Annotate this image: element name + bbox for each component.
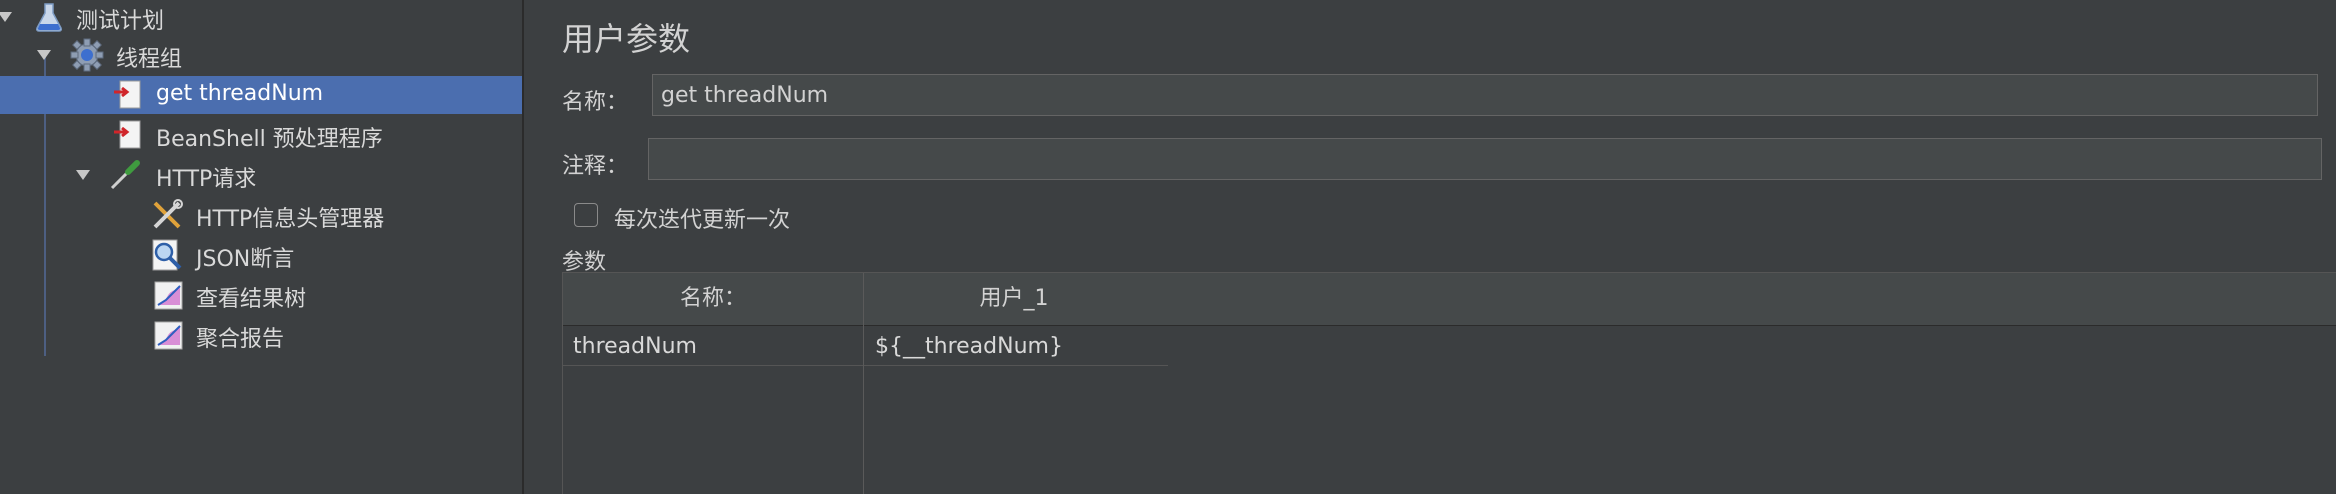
app-window: 测试计划 线程组 get threadNum BeanShell 预处理程序 H…	[0, 0, 2336, 494]
tree-item-label: 查看结果树	[196, 287, 307, 312]
tree-item-label: HTTP请求	[156, 167, 257, 192]
tree-item-beanshell-preprocessor[interactable]: BeanShell 预处理程序	[0, 116, 522, 154]
chevron-down-icon[interactable]	[37, 50, 51, 60]
chevron-down-icon[interactable]	[0, 12, 12, 22]
column-header-name[interactable]: 名称：	[563, 273, 863, 325]
tree-item-get-threadnum[interactable]: get threadNum	[0, 76, 522, 114]
table-cell-name[interactable]: threadNum	[573, 329, 697, 365]
tools-icon	[150, 198, 184, 232]
column-header-user-1[interactable]: 用户_1	[864, 273, 1164, 325]
tree-item-label: HTTP信息头管理器	[196, 207, 385, 232]
table-row-divider	[563, 365, 863, 366]
test-plan-tree: 测试计划 线程组 get threadNum BeanShell 预处理程序 H…	[0, 0, 522, 494]
tree-item-aggregate-report[interactable]: 聚合报告	[0, 316, 522, 354]
tree-item-http-header-manager[interactable]: HTTP信息头管理器	[0, 196, 522, 234]
comment-field[interactable]	[648, 138, 2322, 180]
gear-icon	[70, 38, 104, 72]
preprocessor-icon	[112, 118, 146, 152]
column-separator	[863, 273, 864, 494]
chevron-down-icon[interactable]	[76, 170, 90, 180]
graph-icon	[152, 278, 186, 312]
tree-item-http-request[interactable]: HTTP请求	[0, 156, 522, 194]
tree-item-json-assertion[interactable]: JSON断言	[0, 236, 522, 274]
magnifier-icon	[150, 238, 184, 272]
user-parameters-panel: 用户参数 名称： 注释： 每次迭代更新一次 参数 名称： 用户_1 thread…	[524, 0, 2336, 494]
per-iteration-label[interactable]: 每次迭代更新一次	[614, 202, 790, 234]
tree-item-label: 测试计划	[76, 9, 165, 34]
tree-item-test-plan[interactable]: 测试计划	[0, 0, 522, 36]
pipette-icon	[108, 158, 142, 192]
tree-item-view-results-tree[interactable]: 查看结果树	[0, 276, 522, 314]
table-header: 名称： 用户_1	[563, 273, 2336, 326]
tree-item-label: JSON断言	[196, 247, 295, 272]
flask-icon	[32, 0, 66, 34]
params-table[interactable]: 名称： 用户_1 threadNum ${__threadNum}	[562, 272, 2336, 494]
tree-item-label: 聚合报告	[196, 327, 285, 352]
table-row-divider	[864, 365, 1168, 366]
tree-item-label: BeanShell 预处理程序	[156, 127, 383, 152]
table-cell-value[interactable]: ${__threadNum}	[875, 329, 1063, 365]
name-label: 名称：	[562, 90, 629, 115]
page-title: 用户参数	[562, 20, 691, 58]
preprocessor-icon	[112, 78, 146, 112]
graph-icon	[152, 318, 186, 352]
name-field[interactable]	[652, 74, 2318, 116]
per-iteration-checkbox[interactable]	[574, 203, 598, 227]
comment-label: 注释：	[562, 154, 629, 179]
tree-item-label: 线程组	[116, 47, 183, 72]
tree-item-label: get threadNum	[156, 81, 324, 106]
tree-item-thread-group[interactable]: 线程组	[0, 36, 522, 74]
